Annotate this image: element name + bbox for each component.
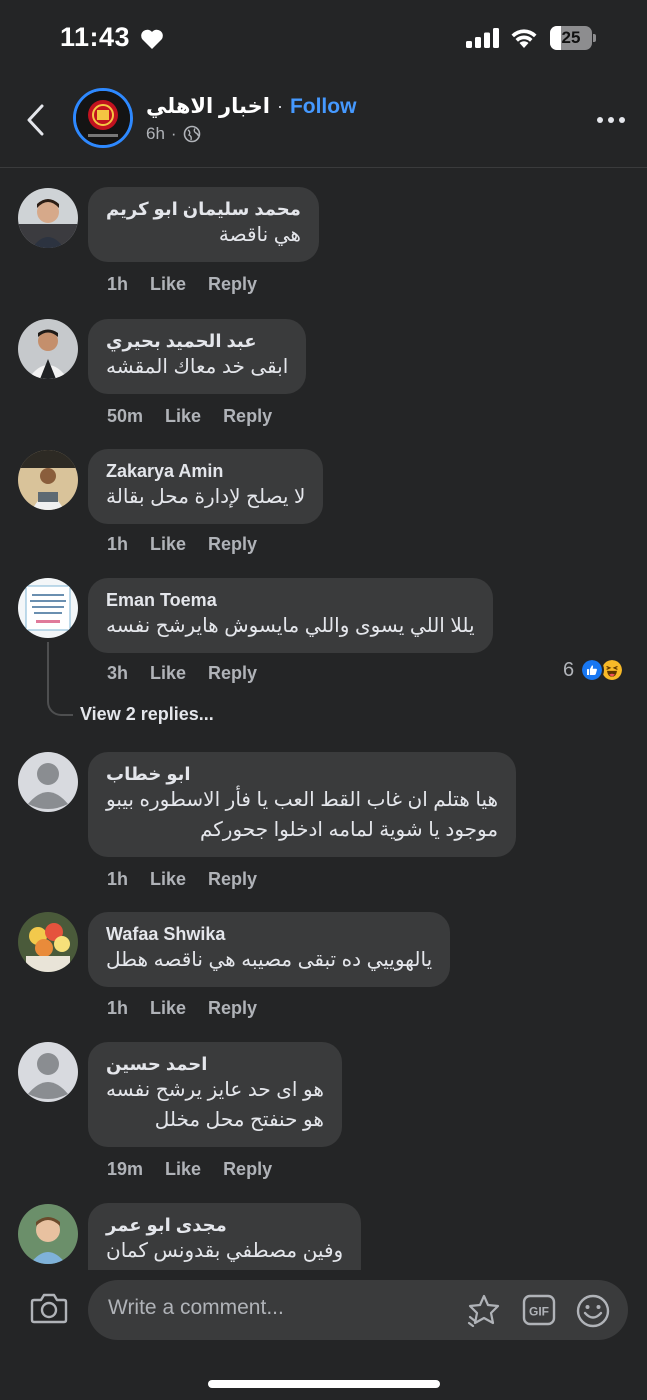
- view-replies-link[interactable]: View 2 replies...: [80, 704, 214, 725]
- reaction-summary[interactable]: 6: [563, 658, 625, 682]
- sticker-icon[interactable]: [466, 1293, 504, 1327]
- page-avatar[interactable]: [73, 88, 133, 148]
- avatar[interactable]: [18, 752, 78, 812]
- like-button[interactable]: Like: [165, 1159, 201, 1180]
- reply-button[interactable]: Reply: [208, 274, 257, 295]
- comment-text: ابقى خد معاك المقشه: [106, 356, 289, 378]
- page-title-row: اخبار الاهلي · Follow: [146, 94, 356, 119]
- comment-actions: 50m Like Reply: [107, 406, 272, 427]
- comment-time: 1h: [107, 998, 129, 1018]
- post-age: 6h: [146, 124, 165, 143]
- status-time: 11:43: [60, 22, 131, 52]
- status-bar: 11:43 25: [0, 0, 647, 80]
- reply-button[interactable]: Reply: [223, 1159, 272, 1180]
- title-separator: ·: [276, 96, 283, 116]
- svg-text:GIF: GIF: [529, 1305, 549, 1319]
- reply-button[interactable]: Reply: [208, 998, 257, 1019]
- comment-actions: 1h Like Reply: [107, 869, 257, 890]
- comment-bubble[interactable]: احمد حسين هو اى حد عايز يرشح نفسه هو حنف…: [88, 1042, 342, 1147]
- comment-text: هيا هتلم ان غاب القط العب يا فأر الاسطور…: [106, 789, 499, 841]
- comment-text: هي ناقصة: [218, 224, 301, 246]
- comment-time: 1h: [107, 869, 129, 889]
- heart-icon: [141, 29, 163, 49]
- reply-button[interactable]: Reply: [208, 869, 257, 890]
- comment-text: يللا اللي يسوى واللي مايسوش هايرشح نفسه: [106, 615, 475, 637]
- camera-icon[interactable]: [30, 1292, 68, 1324]
- comment-author[interactable]: Wafaa Shwika: [106, 923, 432, 945]
- back-arrow-icon[interactable]: [22, 102, 50, 138]
- like-button[interactable]: Like: [150, 663, 186, 684]
- like-button[interactable]: Like: [150, 998, 186, 1019]
- default-avatar-icon: [18, 1042, 78, 1102]
- avatar[interactable]: [18, 188, 78, 248]
- comment-author[interactable]: محمد سليمان ابو كريم: [106, 198, 301, 220]
- globe-icon: [183, 125, 200, 143]
- reply-button[interactable]: Reply: [208, 534, 257, 555]
- follow-button[interactable]: Follow: [290, 95, 357, 119]
- comment-actions: 1h Like Reply: [107, 534, 257, 555]
- comment-bubble[interactable]: عبد الحميد بحيري ابقى خد معاك المقشه: [88, 319, 307, 394]
- comment-text: يالهوييي ده تبقى مصيبه هي ناقصه هطل: [106, 949, 433, 971]
- comment-author[interactable]: ابو خطاب: [106, 763, 498, 785]
- avatar[interactable]: [18, 912, 78, 972]
- reaction-count: 6: [563, 658, 575, 681]
- comment-input-placeholder: Write a comment...: [108, 1296, 284, 1319]
- like-reaction-icon: [580, 658, 605, 682]
- comment-bubble[interactable]: Eman Toema يللا اللي يسوى واللي مايسوش ه…: [88, 578, 493, 653]
- avatar[interactable]: [18, 319, 78, 379]
- emoji-icon[interactable]: [575, 1293, 611, 1329]
- comment-author[interactable]: عبد الحميد بحيري: [106, 330, 288, 352]
- comment-text: لا يصلح لإدارة محل بقالة: [106, 486, 306, 508]
- comment-actions: 1h Like Reply: [107, 998, 257, 1019]
- comment-bubble[interactable]: ابو خطاب هيا هتلم ان غاب القط العب يا فأ…: [88, 752, 517, 857]
- comment-time: 50m: [107, 406, 144, 426]
- gif-icon[interactable]: GIF: [522, 1294, 556, 1326]
- like-button[interactable]: Like: [150, 869, 186, 890]
- comment-time: 1h: [107, 274, 129, 294]
- comment-input[interactable]: Write a comment... GIF: [88, 1280, 628, 1340]
- default-avatar-icon: [18, 752, 78, 812]
- comment-time: 3h: [107, 663, 129, 683]
- post-meta: 6h ·: [146, 124, 201, 144]
- page-name[interactable]: اخبار الاهلي: [146, 94, 270, 119]
- reply-button[interactable]: Reply: [223, 406, 272, 427]
- comment-author[interactable]: احمد حسين: [106, 1053, 324, 1075]
- comment-item: مجدى ابو عمر وفين مصطفي بقدونس كمان: [0, 1203, 647, 1271]
- comment-bubble[interactable]: محمد سليمان ابو كريم هي ناقصة: [88, 187, 319, 262]
- meta-separator: ·: [170, 124, 177, 143]
- battery-level: 25: [561, 28, 581, 47]
- cellular-signal-icon: [466, 28, 499, 48]
- comment-time: 19m: [107, 1159, 144, 1179]
- comment-bubble[interactable]: مجدى ابو عمر وفين مصطفي بقدونس كمان: [88, 1203, 362, 1271]
- more-options-icon[interactable]: [596, 116, 626, 124]
- comment-text: هو اى حد عايز يرشح نفسه هو حنفتح محل مخل…: [106, 1079, 324, 1131]
- club-logo-icon: [76, 91, 130, 145]
- comment-actions: 3h Like Reply: [107, 663, 257, 684]
- comment-author[interactable]: مجدى ابو عمر: [106, 1214, 343, 1236]
- comment-bubble[interactable]: Wafaa Shwika يالهوييي ده تبقى مصيبه هي ن…: [88, 912, 451, 987]
- like-button[interactable]: Like: [150, 274, 186, 295]
- comment-time: 1h: [107, 534, 129, 554]
- avatar[interactable]: [18, 1204, 78, 1264]
- reply-thread-curve: [47, 698, 73, 716]
- avatar[interactable]: [18, 450, 78, 510]
- home-indicator[interactable]: [208, 1380, 440, 1388]
- like-button[interactable]: Like: [165, 406, 201, 427]
- reply-thread-line: [47, 642, 49, 698]
- post-header: اخبار الاهلي · Follow 6h ·: [0, 80, 647, 168]
- comment-actions: 1h Like Reply: [107, 274, 257, 295]
- comment-author[interactable]: Eman Toema: [106, 589, 475, 611]
- avatar[interactable]: [18, 578, 78, 638]
- comment-bubble[interactable]: Zakarya Amin لا يصلح لإدارة محل بقالة: [88, 449, 324, 524]
- wifi-icon: [511, 29, 537, 48]
- like-button[interactable]: Like: [150, 534, 186, 555]
- comment-text: وفين مصطفي بقدونس كمان: [106, 1240, 344, 1262]
- battery-indicator: 25: [550, 26, 596, 50]
- comment-actions: 19m Like Reply: [107, 1159, 272, 1180]
- reply-button[interactable]: Reply: [208, 663, 257, 684]
- avatar[interactable]: [18, 1042, 78, 1102]
- comment-author[interactable]: Zakarya Amin: [106, 460, 305, 482]
